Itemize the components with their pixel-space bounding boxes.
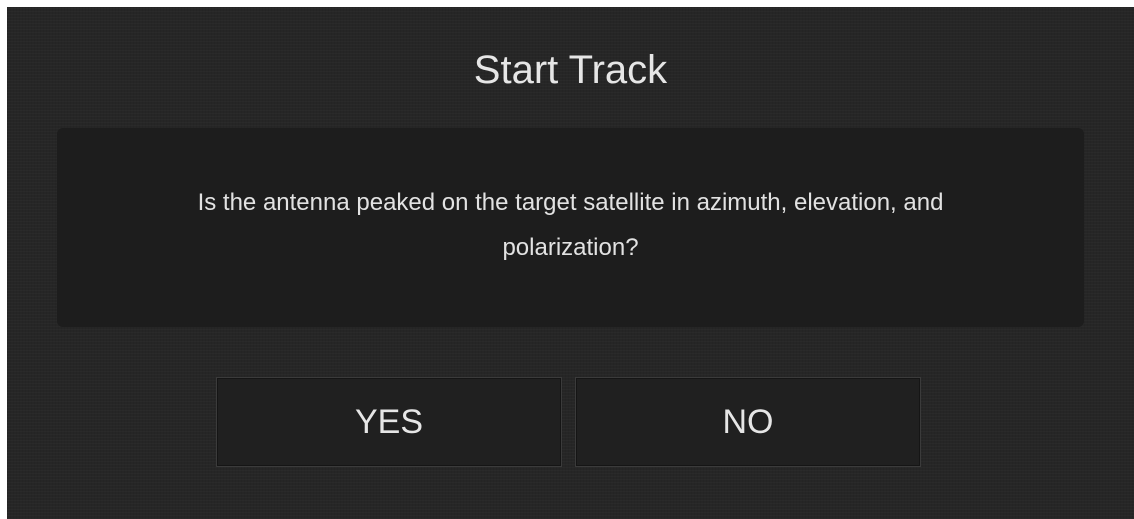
yes-button[interactable]: YES: [216, 377, 562, 467]
start-track-dialog: Start Track Is the antenna peaked on the…: [7, 7, 1134, 519]
no-button[interactable]: NO: [575, 377, 921, 467]
dialog-title: Start Track: [473, 48, 668, 92]
no-button-label: NO: [722, 402, 774, 441]
message-panel: Is the antenna peaked on the target sate…: [57, 128, 1084, 327]
yes-button-label: YES: [354, 402, 424, 441]
dialog-message: Is the antenna peaked on the target sate…: [197, 188, 944, 261]
